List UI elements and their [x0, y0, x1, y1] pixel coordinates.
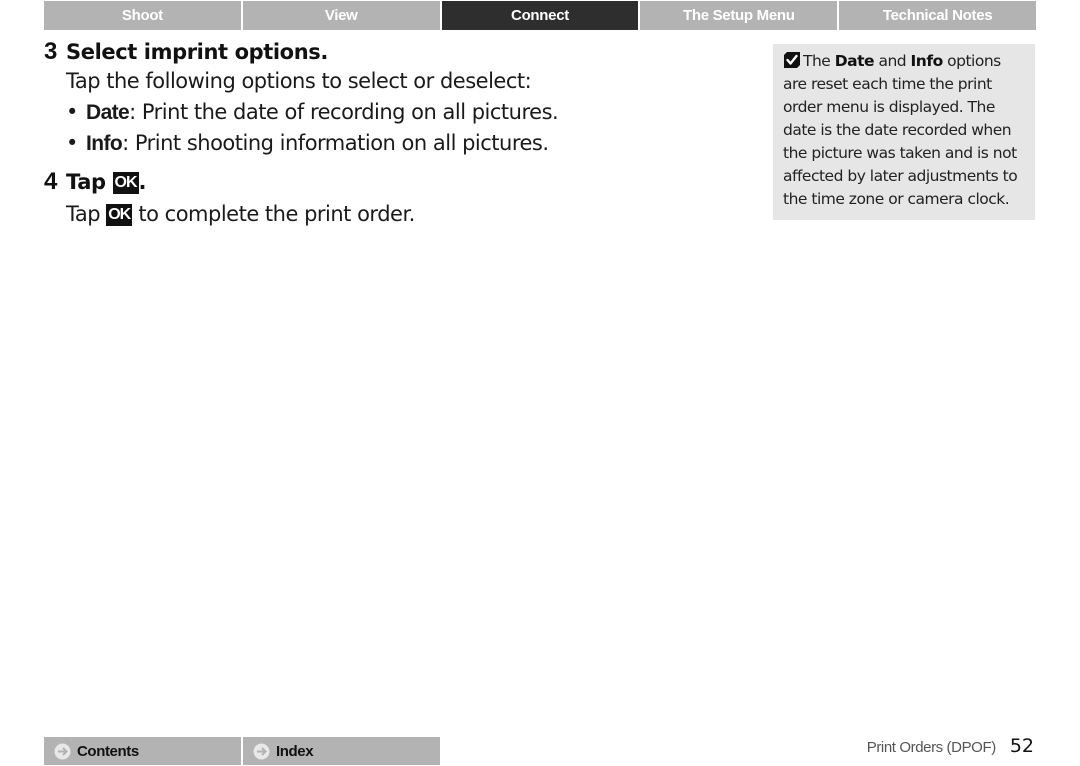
tab-view[interactable]: View — [242, 1, 442, 30]
note-text-2: and — [874, 52, 911, 70]
tab-connect[interactable]: Connect — [441, 1, 641, 30]
section-name: Print Orders (DPOF) — [866, 739, 996, 756]
contents-label: Contents — [77, 742, 139, 760]
step-title-prefix: Tap — [66, 170, 113, 194]
ok-button-icon: OK — [112, 172, 139, 194]
tab-shoot[interactable]: Shoot — [44, 1, 243, 30]
term-date: Date — [86, 101, 130, 124]
section-tabs: Shoot View Connect The Setup Menu Techni… — [44, 1, 1036, 30]
bullet-icon: • — [66, 131, 78, 155]
step-4-heading: 4 Tap OK. — [44, 168, 415, 196]
index-button[interactable]: Index — [243, 737, 440, 765]
ok-button-icon: OK — [106, 204, 133, 226]
list-item: • Info: Print shooting information on al… — [66, 128, 558, 159]
step-3-body: Tap the following options to select or d… — [66, 66, 559, 159]
term-info: Info — [86, 132, 123, 155]
step-number: 4 — [44, 168, 57, 195]
page-info: Print Orders (DPOF) 52 — [867, 735, 1034, 757]
step-4: 4 Tap OK. Tap OK to complete the print or… — [44, 168, 415, 230]
step-3: 3 Select imprint options. Tap the followi… — [44, 38, 559, 159]
footer-nav: Contents Index — [44, 737, 440, 765]
note-box: The Date and Info options are reset each… — [773, 44, 1035, 220]
arrow-right-icon — [54, 743, 71, 759]
step-number: 3 — [44, 38, 57, 65]
tab-technical-notes[interactable]: Technical Notes — [839, 1, 1036, 30]
contents-button[interactable]: Contents — [44, 737, 243, 765]
step-intro: Tap the following options to select or d… — [66, 69, 532, 93]
note-term-info: Info — [910, 52, 944, 70]
note-text-1: The — [803, 52, 835, 70]
bullet-icon: • — [66, 100, 78, 124]
bullet-text: : Print the date of recording on all pic… — [129, 100, 559, 124]
step-title-suffix: . — [138, 170, 147, 194]
note-term-date: Date — [834, 52, 875, 70]
note-text-3: options are reset each time the print or… — [783, 52, 1018, 208]
step-body-suffix: to complete the print order. — [132, 202, 415, 226]
index-label: Index — [276, 742, 314, 760]
step-body-prefix: Tap — [66, 202, 107, 226]
tab-setup-menu[interactable]: The Setup Menu — [640, 1, 840, 30]
step-4-body: Tap OK to complete the print order. — [66, 199, 415, 230]
arrow-right-icon — [253, 743, 270, 759]
step-3-heading: 3 Select imprint options. — [44, 38, 558, 66]
check-icon — [783, 51, 801, 69]
step-title: Select imprint options. — [66, 40, 328, 64]
bullet-text: : Print shooting information on all pict… — [122, 131, 549, 155]
page-number: 52 — [1009, 735, 1034, 757]
list-item: • Date: Print the date of recording on a… — [66, 97, 559, 128]
